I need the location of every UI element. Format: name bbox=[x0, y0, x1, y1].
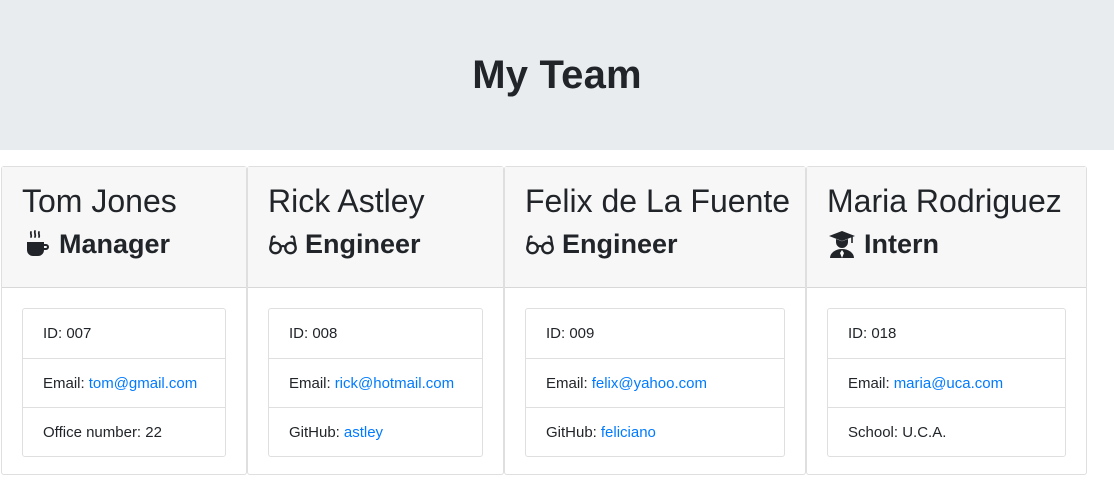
card-body: ID: 018 Email: maria@uca.com School: U.C… bbox=[807, 288, 1086, 477]
employee-office-number: Office number: 22 bbox=[23, 407, 225, 456]
employee-details-list: ID: 007 Email: tom@gmail.com Office numb… bbox=[22, 308, 226, 457]
employee-role-label: Intern bbox=[864, 229, 940, 259]
card-header: Felix de La Fuente Engineer bbox=[505, 167, 805, 288]
employee-github: GitHub: feliciano bbox=[526, 407, 784, 456]
employee-role: Engineer bbox=[525, 227, 805, 261]
employee-name: Tom Jones bbox=[22, 183, 177, 219]
email-link[interactable]: tom@gmail.com bbox=[89, 375, 198, 392]
email-link[interactable]: maria@uca.com bbox=[894, 375, 1003, 392]
card-body: ID: 007 Email: tom@gmail.com Office numb… bbox=[2, 288, 246, 477]
employee-name: Felix de La Fuente bbox=[525, 183, 791, 219]
employee-email: Email: rick@hotmail.com bbox=[269, 358, 482, 407]
employee-card-intern: Maria Rodriguez Intern ID: 018 Email: ma… bbox=[806, 166, 1087, 475]
employee-details-list: ID: 008 Email: rick@hotmail.com GitHub: … bbox=[268, 308, 483, 457]
employee-id: ID: 018 bbox=[848, 325, 897, 342]
employee-name: Maria Rodriguez bbox=[827, 183, 1062, 219]
card-header: Maria Rodriguez Intern bbox=[807, 167, 1086, 288]
card-body: ID: 009 Email: felix@yahoo.com GitHub: f… bbox=[505, 288, 805, 477]
github-link[interactable]: astley bbox=[344, 424, 383, 441]
employee-role-label: Engineer bbox=[305, 229, 421, 259]
employee-github: GitHub: astley bbox=[269, 407, 482, 456]
employee-id: ID: 007 bbox=[43, 325, 92, 342]
employee-role-label: Manager bbox=[59, 229, 171, 259]
employee-email: Email: tom@gmail.com bbox=[23, 358, 225, 407]
employee-details-list: ID: 018 Email: maria@uca.com School: U.C… bbox=[827, 308, 1066, 457]
employee-email: Email: felix@yahoo.com bbox=[526, 358, 784, 407]
employee-email: Email: maria@uca.com bbox=[828, 358, 1065, 407]
github-link[interactable]: feliciano bbox=[601, 424, 656, 441]
employee-name: Rick Astley bbox=[268, 183, 425, 219]
employee-school: School: U.C.A. bbox=[828, 407, 1065, 456]
employee-id: ID: 009 bbox=[546, 325, 595, 342]
employee-card-engineer: Rick Astley Engineer ID: 008 Email: rick… bbox=[247, 166, 504, 475]
employee-role: Intern bbox=[827, 227, 1086, 261]
employee-role: Engineer bbox=[268, 227, 503, 261]
email-link[interactable]: rick@hotmail.com bbox=[335, 375, 454, 392]
card-header: Tom Jones Manager bbox=[2, 167, 246, 288]
card-body: ID: 008 Email: rick@hotmail.com GitHub: … bbox=[248, 288, 503, 477]
card-header: Rick Astley Engineer bbox=[248, 167, 503, 288]
glasses-icon bbox=[268, 229, 298, 259]
glasses-icon bbox=[525, 229, 555, 259]
email-link[interactable]: felix@yahoo.com bbox=[592, 375, 707, 392]
coffee-mug-icon bbox=[22, 229, 52, 259]
graduate-icon bbox=[827, 229, 857, 259]
employee-role-label: Engineer bbox=[562, 229, 678, 259]
page-header: My Team bbox=[0, 0, 1114, 150]
employee-details-list: ID: 009 Email: felix@yahoo.com GitHub: f… bbox=[525, 308, 785, 457]
employee-card-manager: Tom Jones Manager ID: 007 Email: tom@gma… bbox=[1, 166, 247, 475]
employee-card-engineer: Felix de La Fuente Engineer ID: 009 Emai… bbox=[504, 166, 806, 475]
page-title: My Team bbox=[472, 52, 642, 97]
employee-id: ID: 008 bbox=[289, 325, 338, 342]
employee-role: Manager bbox=[22, 227, 246, 261]
